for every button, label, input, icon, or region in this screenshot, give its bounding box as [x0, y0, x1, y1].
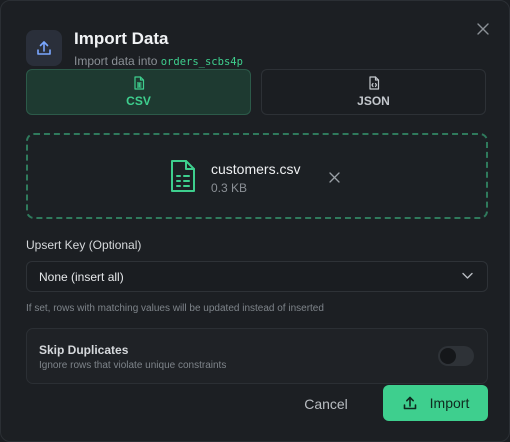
upload-icon: [37, 41, 51, 55]
import-button[interactable]: Import: [383, 385, 488, 421]
close-button[interactable]: [475, 21, 491, 37]
spreadsheet-file-icon: [171, 160, 195, 192]
table-name: orders_scbs4p: [160, 56, 243, 68]
close-icon: [477, 23, 489, 35]
chevron-down-icon: [462, 272, 473, 279]
file-dropzone[interactable]: customers.csv 0.3 KB: [26, 133, 488, 219]
upload-icon: [403, 396, 416, 410]
import-button-label: Import: [429, 395, 470, 411]
remove-file-button[interactable]: [327, 170, 341, 184]
subtitle-prefix: Import data into: [74, 54, 158, 68]
close-icon: [328, 171, 340, 183]
toggle-knob: [440, 348, 456, 364]
upsert-key-value: None (insert all): [39, 270, 124, 284]
tab-csv-label: CSV: [126, 94, 151, 108]
dialog-subtitle: Import data into orders_scbs4p: [74, 54, 243, 68]
json-file-icon: [368, 76, 379, 90]
csv-file-icon: [133, 76, 144, 90]
file-name: customers.csv: [211, 161, 301, 177]
file-size: 0.3 KB: [211, 181, 248, 195]
tab-json[interactable]: JSON: [261, 69, 486, 115]
dialog-title: Import Data: [74, 29, 169, 48]
upsert-key-label: Upsert Key (Optional): [26, 238, 142, 252]
upsert-key-select[interactable]: None (insert all): [26, 261, 488, 292]
skip-duplicates-toggle[interactable]: [438, 346, 474, 366]
skip-duplicates-panel: Skip Duplicates Ignore rows that violate…: [26, 328, 488, 384]
skip-duplicates-label: Skip Duplicates: [39, 343, 129, 357]
header-upload-badge: [26, 30, 62, 66]
import-data-dialog: Import Data Import data into orders_scbs…: [0, 0, 510, 442]
tab-json-label: JSON: [357, 94, 390, 108]
tab-csv[interactable]: CSV: [26, 69, 251, 115]
upsert-key-hint: If set, rows with matching values will b…: [26, 303, 324, 314]
cancel-button[interactable]: Cancel: [287, 386, 365, 422]
import-upload-icon-wrap: [402, 395, 418, 411]
skip-duplicates-description: Ignore rows that violate unique constrai…: [39, 360, 227, 371]
